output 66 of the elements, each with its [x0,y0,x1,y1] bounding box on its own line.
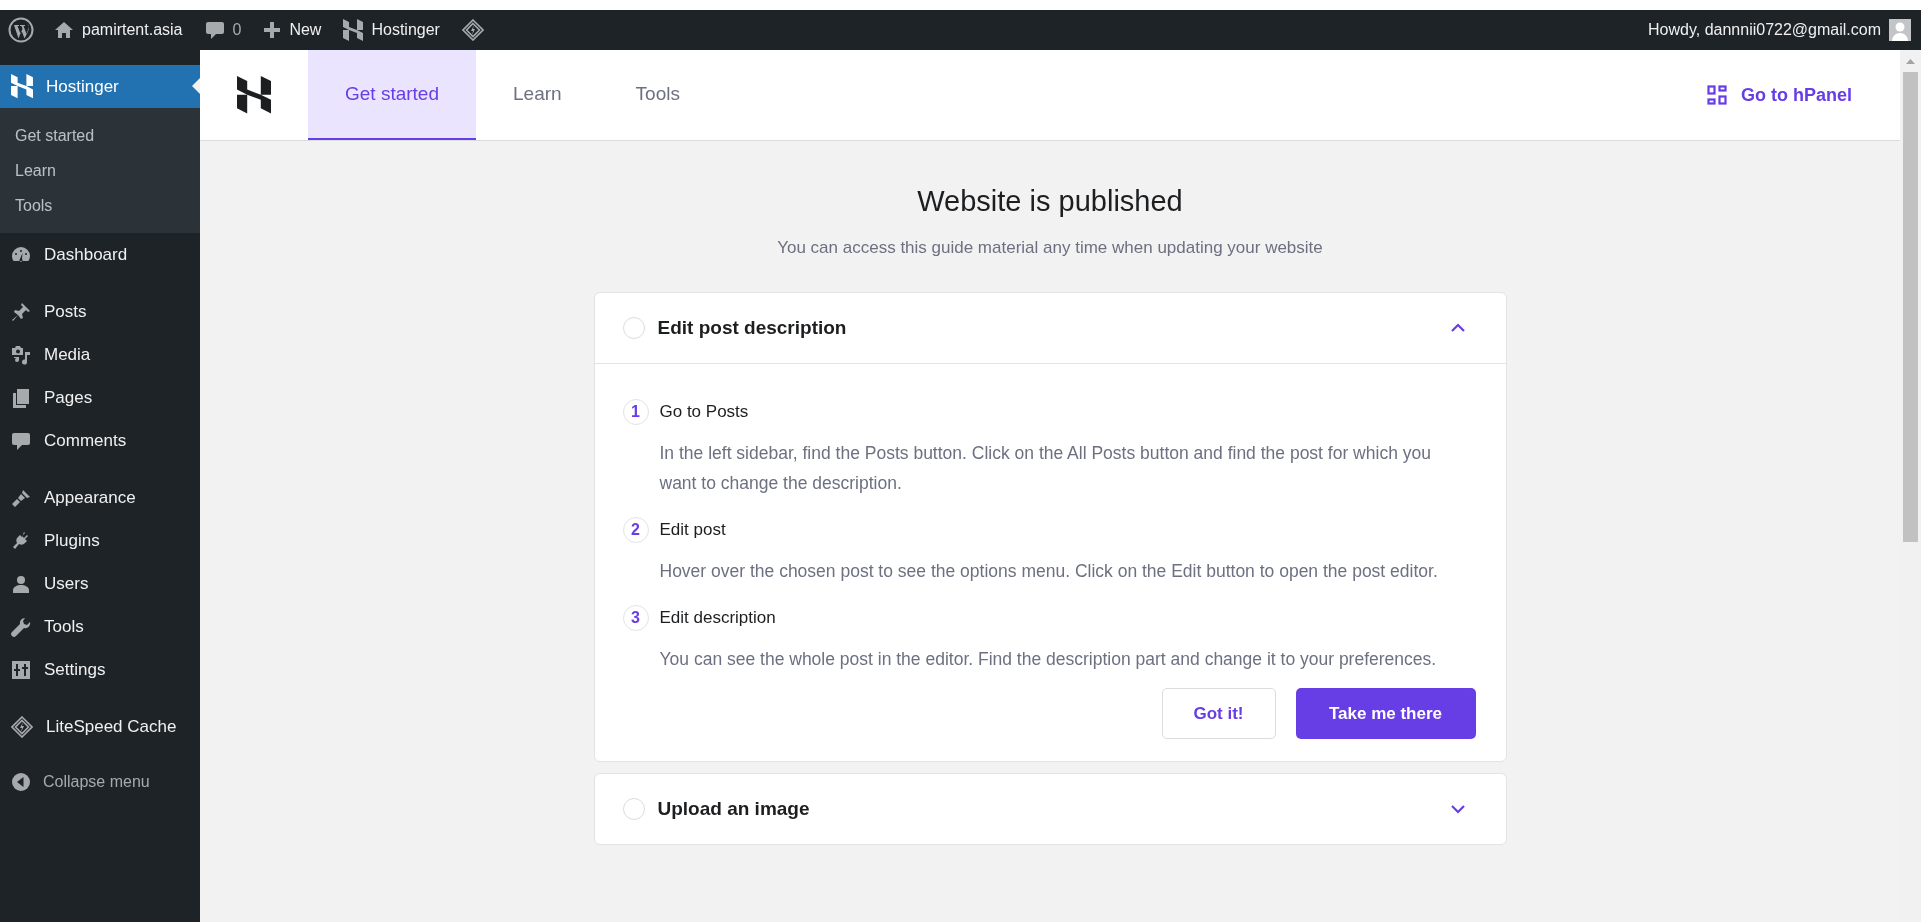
camera-music-icon [11,344,31,365]
wordpress-logo-icon[interactable] [8,17,34,43]
plus-icon [263,21,282,39]
hostinger-logo-icon [237,76,271,114]
sidebar-item[interactable]: Dashboard [0,233,200,276]
tab[interactable]: Tools [598,50,717,140]
step-description: In the left sidebar, find the Posts button. Click on the All Posts button and find the post for which you want to change the description. [659,442,1432,495]
new-label: New [289,21,322,39]
page-title: Website is published [917,185,1183,218]
submenu-item[interactable]: Get started [0,118,200,153]
sidebar-item[interactable]: LiteSpeed Cache [0,705,200,748]
sidebar-item[interactable]: Settings [0,648,200,691]
comments-count: 0 [232,21,242,39]
sidebar-item[interactable]: Posts [0,290,200,333]
sidebar-item[interactable]: Tools [0,605,200,648]
submenu-item[interactable]: Tools [0,188,200,223]
site-name-link[interactable]: pamirtent.asia [54,20,183,40]
pages-icon [11,387,31,408]
sidebar-item[interactable]: Media [0,333,200,376]
paintbrush-icon [11,487,31,508]
wrench-icon [11,616,31,637]
collapse-icon [11,772,31,792]
plug-icon [11,530,31,551]
chevron-icon[interactable] [1449,804,1466,814]
sidebar-item[interactable]: Comments [0,419,200,462]
avatar-icon [1889,19,1911,41]
new-link[interactable]: New [263,21,322,39]
sidebar-item[interactable]: Plugins [0,519,200,562]
hostinger-label: Hostinger [371,21,440,39]
gauge-icon [11,244,31,265]
step-title: Go to Posts [659,402,749,422]
task-title: Edit post description [657,317,848,339]
submenu-item[interactable]: Learn [0,153,200,188]
sliders-icon [11,659,31,680]
page-subtitle: You can access this guide material any time when updating your website [777,238,1323,258]
sidebar-item[interactable]: Hostinger [0,65,200,108]
grid-icon [1707,85,1727,105]
go-to-hpanel-link[interactable]: Go to hPanel [1707,50,1852,140]
step-description: You can see the whole post in the editor. Find the description part and change it to your preferences. [659,648,1438,671]
account-link[interactable]: Howdy, dannnii0722@gmail.com [1648,19,1911,41]
hostinger-link[interactable]: Hostinger [343,19,440,41]
speech-bubble-icon [11,430,31,451]
got-it-button[interactable]: Got it! [1161,688,1276,739]
step-title: Edit description [659,608,776,628]
sidebar-item[interactable]: Pages [0,376,200,419]
diamond-bolt-icon [11,715,33,738]
tab[interactable]: Get started [308,50,476,140]
greeting: Howdy, dannnii0722@gmail.com [1648,21,1881,39]
hostinger-logo-icon [11,74,33,99]
sidebar-item[interactable]: Appearance [0,476,200,519]
user-icon [11,573,31,594]
tab[interactable]: Learn [476,50,599,140]
take-me-there-button[interactable]: Take me there [1295,688,1476,739]
step-description: Hover over the chosen post to see the options menu. Click on the Edit button to open the post editor. [659,560,1439,583]
step-title: Edit post [659,520,726,540]
chevron-icon[interactable] [1449,323,1466,333]
collapse-menu-button[interactable]: Collapse menu [0,762,200,802]
task-title: Upload an image [657,798,811,820]
comments-link[interactable]: 0 [204,20,242,40]
site-name: pamirtent.asia [82,21,183,39]
sidebar-item[interactable]: Users [0,562,200,605]
pushpin-icon [11,301,31,322]
diamond-bolt-icon[interactable] [461,19,484,41]
speech-bubble-icon [204,20,225,40]
home-icon [54,20,74,40]
hostinger-logo-icon [343,19,364,41]
